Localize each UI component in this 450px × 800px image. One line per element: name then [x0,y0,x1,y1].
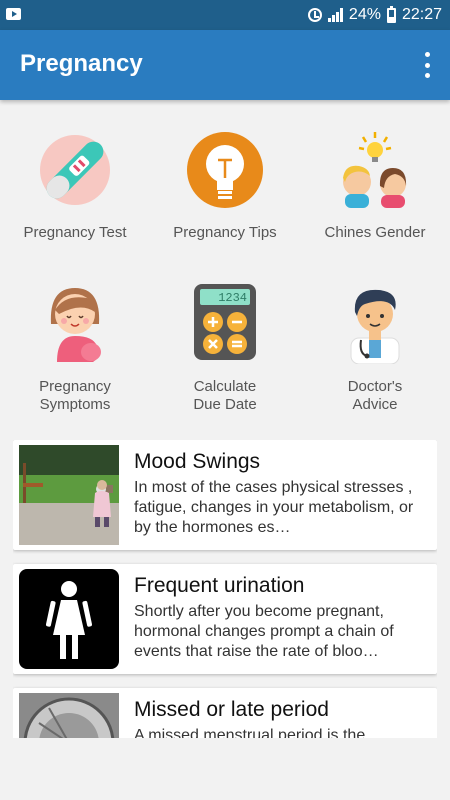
app-bar: Pregnancy [0,30,450,100]
gender-couple-icon [335,130,415,210]
status-indicators: 24% 22:27 [307,5,442,24]
signal-icon [327,8,343,22]
article-excerpt: In most of the cases physical stresses ,… [134,479,414,536]
tile-label: Calculate Due Date [193,378,257,413]
tile-chines-gender[interactable]: Chines Gender [300,130,450,242]
alarm-icon [307,8,322,22]
tile-label: Pregnancy Tips [173,224,277,241]
article-title: Mood Swings [134,450,261,473]
tile-doctors-advice[interactable]: Doctor's Advice [300,284,450,414]
doctor-icon [335,284,415,365]
article-card[interactable]: Missed or late period A missed menstrual… [13,688,437,738]
article-title: Frequent urination [134,574,305,597]
article-list: Mood Swings In most of the cases physica… [13,440,437,738]
svg-text:1234: 1234 [218,291,247,305]
article-card[interactable]: Frequent urination Shortly after you bec… [13,564,437,674]
article-title: Missed or late period [134,698,329,721]
status-bar: 24% 22:27 [0,0,450,30]
article-thumbnail [19,445,119,545]
tile-label: Chines Gender [324,224,426,241]
article-thumbnail [19,693,119,738]
calculator-icon: 1234 [185,284,265,364]
tile-pregnancy-symptoms[interactable]: Pregnancy Symptoms [0,284,150,414]
article-excerpt: A missed menstrual period is the [134,727,366,738]
lightbulb-icon [185,130,265,210]
clock: 22:27 [401,6,442,23]
app-title: Pregnancy [20,50,143,77]
pregnant-woman-icon [35,284,115,364]
tile-calculate-due-date[interactable]: 1234 Calculate Due Date [150,284,300,414]
article-excerpt: Shortly after you become pregnant, hormo… [134,603,394,660]
battery-icon [386,5,396,23]
pregnancy-test-icon [35,130,115,210]
youtube-notification-icon [6,8,21,20]
tile-pregnancy-tips[interactable]: Pregnancy Tips [150,130,300,242]
tile-label: Pregnancy Test [23,224,127,241]
tile-label: Doctor's Advice [347,378,403,413]
battery-percent: 24% [348,6,381,23]
more-options-icon[interactable] [422,52,432,78]
tile-label: Pregnancy Symptoms [39,378,111,413]
article-thumbnail [19,569,119,669]
article-card[interactable]: Mood Swings In most of the cases physica… [13,440,437,550]
tile-pregnancy-test[interactable]: Pregnancy Test [0,130,150,242]
